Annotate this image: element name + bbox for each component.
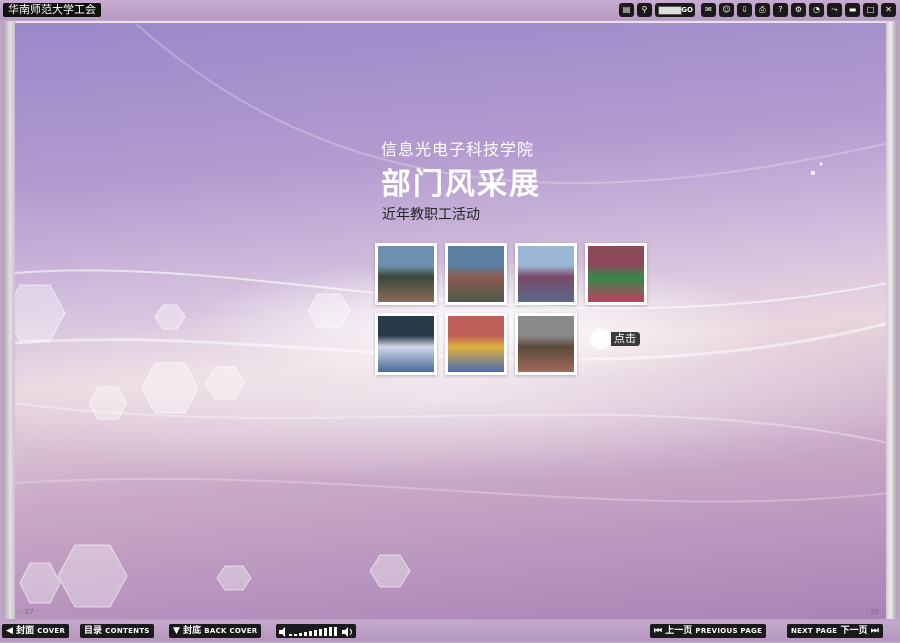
back-cover-label: 封底 (183, 626, 202, 636)
previous-page-label: 上一页 (665, 626, 693, 636)
go-button[interactable]: GO (681, 3, 693, 17)
page-jump-input[interactable]: GO (655, 3, 695, 17)
right-page-number: - 28 - (865, 608, 884, 616)
photo-image (588, 246, 644, 302)
autoplay-icon[interactable]: ◔ (809, 3, 824, 17)
settings-icon[interactable]: ⚙ (791, 3, 806, 17)
back-cover-button[interactable]: ▼ 封底 BACK COVER (169, 624, 262, 638)
cover-label: 封面 (16, 626, 35, 636)
click-label: 点击 (611, 332, 640, 346)
photo-thumbnail[interactable] (515, 313, 577, 375)
photo-thumbnail[interactable] (375, 313, 437, 375)
photo-image (378, 316, 434, 372)
close-icon[interactable]: ✕ (881, 3, 896, 17)
skip-forward-icon: ⏭ (870, 626, 879, 636)
page-subtitle: 信息光电子科技学院 (381, 140, 535, 159)
next-page-button[interactable]: NEXT PAGE 下一页 ⏭ (787, 624, 883, 638)
photo-thumbnail[interactable] (445, 313, 507, 375)
photo-thumbnail[interactable] (515, 243, 577, 305)
book-right-edge (886, 21, 897, 619)
app-title: 华南师范大学工会 (3, 3, 101, 17)
help-icon[interactable]: ? (773, 3, 788, 17)
skip-back-icon: ⏮ (654, 626, 663, 636)
photo-image (448, 316, 504, 372)
bottom-bar: ◀ 封面 COVER 目录 CONTENTS ▼ 封底 BACK COVER ⏮ (0, 621, 900, 641)
photo-image (378, 246, 434, 302)
top-bar: 华南师范大学工会 ▤ ⚲ GO ✉ ☺ ⇩ ⎙ ? ⚙ ◔ ⤳ ▬ □ ✕ (0, 0, 900, 20)
page-number-field[interactable] (658, 6, 682, 15)
thumbnail-icon[interactable]: ▤ (619, 3, 634, 17)
minimize-icon[interactable]: ▬ (845, 3, 860, 17)
contents-label: 目录 (84, 626, 103, 636)
photo-image (448, 246, 504, 302)
print-icon[interactable]: ⎙ (755, 3, 770, 17)
book-left-edge (3, 21, 15, 619)
book-spread: 信息光电子科技学院 部门风采展 近年教职工活动 点击 - 27 - - 28 - (3, 21, 897, 619)
contents-label-en: CONTENTS (105, 627, 150, 635)
user-icon[interactable]: ☺ (719, 3, 734, 17)
toolbar: ▤ ⚲ GO ✉ ☺ ⇩ ⎙ ? ⚙ ◔ ⤳ ▬ □ ✕ (619, 3, 896, 17)
cover-icon: ◀ (6, 626, 13, 636)
share-icon[interactable]: ⤳ (827, 3, 842, 17)
maximize-icon[interactable]: □ (863, 3, 878, 17)
search-icon[interactable]: ⚲ (637, 3, 652, 17)
cover-label-en: COVER (37, 627, 66, 635)
photo-thumbnail[interactable] (375, 243, 437, 305)
page-caption: 近年教职工活动 (382, 207, 480, 223)
contents-button[interactable]: 目录 CONTENTS (80, 624, 154, 638)
next-page-label: 下一页 (840, 626, 868, 636)
photo-thumbnail[interactable] (585, 243, 647, 305)
next-page-label-en: NEXT PAGE (791, 627, 838, 635)
photo-image (518, 316, 574, 372)
click-dot-icon (591, 329, 611, 349)
book-page: 信息光电子科技学院 部门风采展 近年教职工活动 点击 - 27 - - 28 - (15, 23, 889, 619)
left-page-number: - 27 - (20, 608, 39, 616)
volume-control[interactable] (276, 624, 356, 638)
photo-thumbnail[interactable] (445, 243, 507, 305)
volume-icon (279, 627, 352, 637)
download-icon[interactable]: ⇩ (737, 3, 752, 17)
previous-page-button[interactable]: ⏮ 上一页 PREVIOUS PAGE (650, 624, 767, 638)
back-cover-label-en: BACK COVER (204, 627, 258, 635)
comment-icon[interactable]: ✉ (701, 3, 716, 17)
cover-button[interactable]: ◀ 封面 COVER (2, 624, 70, 638)
chevron-down-icon: ▼ (173, 626, 180, 636)
page-title: 部门风采展 (381, 167, 541, 202)
photo-image (518, 246, 574, 302)
previous-page-label-en: PREVIOUS PAGE (695, 627, 763, 635)
